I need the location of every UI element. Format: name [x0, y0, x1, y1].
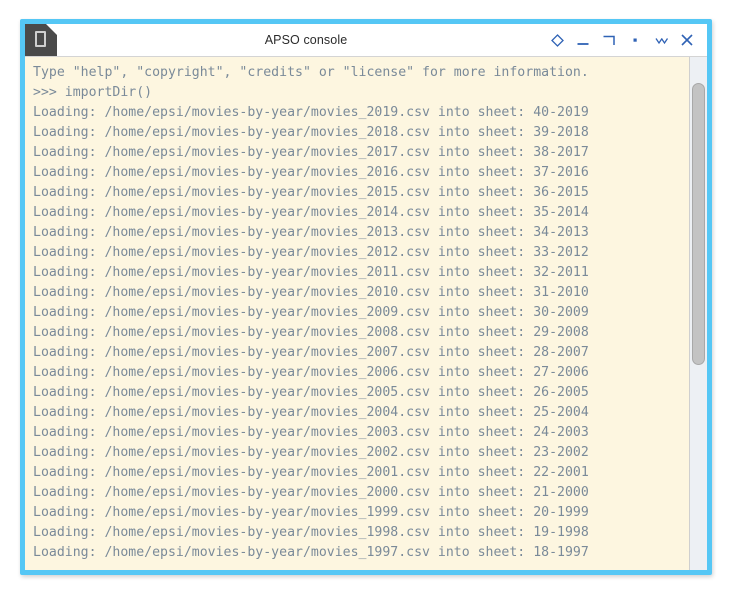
- console-line: Loading: /home/epsi/movies-by-year/movie…: [33, 185, 589, 200]
- console-line: Loading: /home/epsi/movies-by-year/movie…: [33, 225, 589, 240]
- console-line: Loading: /home/epsi/movies-by-year/movie…: [33, 205, 589, 220]
- document-icon: [25, 24, 57, 56]
- console-line: Loading: /home/epsi/movies-by-year/movie…: [33, 365, 589, 380]
- minimize-icon[interactable]: [571, 27, 595, 53]
- console-line: Loading: /home/epsi/movies-by-year/movie…: [33, 485, 589, 500]
- console-line: Loading: /home/epsi/movies-by-year/movie…: [33, 145, 589, 160]
- console-line: Type "help", "copyright", "credits" or "…: [33, 65, 589, 80]
- console-line: Loading: /home/epsi/movies-by-year/movie…: [33, 445, 589, 460]
- console-line: Loading: /home/epsi/movies-by-year/movie…: [33, 105, 589, 120]
- console-line: >>> importDir(): [33, 85, 153, 100]
- maximize-icon[interactable]: [597, 27, 621, 53]
- console-line: Loading: /home/epsi/movies-by-year/movie…: [33, 425, 589, 440]
- icon-page-glyph: [35, 31, 46, 47]
- console-line: Loading: /home/epsi/movies-by-year/movie…: [33, 405, 589, 420]
- window-controls: [545, 24, 707, 56]
- vertical-scrollbar[interactable]: [689, 57, 707, 570]
- console-line: Loading: /home/epsi/movies-by-year/movie…: [33, 265, 589, 280]
- dot-icon[interactable]: [623, 27, 647, 53]
- console-line: Loading: /home/epsi/movies-by-year/movie…: [33, 385, 589, 400]
- console-line: Loading: /home/epsi/movies-by-year/movie…: [33, 245, 589, 260]
- chevron-double-down-icon[interactable]: [649, 27, 673, 53]
- console-line: Loading: /home/epsi/movies-by-year/movie…: [33, 465, 589, 480]
- console-line: Loading: /home/epsi/movies-by-year/movie…: [33, 165, 589, 180]
- console-line: Loading: /home/epsi/movies-by-year/movie…: [33, 345, 589, 360]
- console-line: Loading: /home/epsi/movies-by-year/movie…: [33, 505, 589, 520]
- window-titlebar[interactable]: APSO console: [25, 24, 707, 57]
- apso-console-window: APSO console Type "help", "copyright", "…: [20, 19, 712, 575]
- console-line: Loading: /home/epsi/movies-by-year/movie…: [33, 325, 589, 340]
- window-title: APSO console: [264, 33, 348, 47]
- console-line: Loading: /home/epsi/movies-by-year/movie…: [33, 525, 589, 540]
- console-line: Loading: /home/epsi/movies-by-year/movie…: [33, 285, 589, 300]
- console-output[interactable]: Type "help", "copyright", "credits" or "…: [25, 57, 689, 570]
- console-line: Loading: /home/epsi/movies-by-year/movie…: [33, 305, 589, 320]
- scrollbar-thumb[interactable]: [692, 83, 705, 365]
- console-line: Loading: /home/epsi/movies-by-year/movie…: [33, 545, 589, 560]
- diamond-icon[interactable]: [545, 27, 569, 53]
- console-area: Type "help", "copyright", "credits" or "…: [25, 57, 707, 570]
- icon-fold: [46, 24, 57, 35]
- console-line: Loading: /home/epsi/movies-by-year/movie…: [33, 125, 589, 140]
- close-icon[interactable]: [675, 27, 699, 53]
